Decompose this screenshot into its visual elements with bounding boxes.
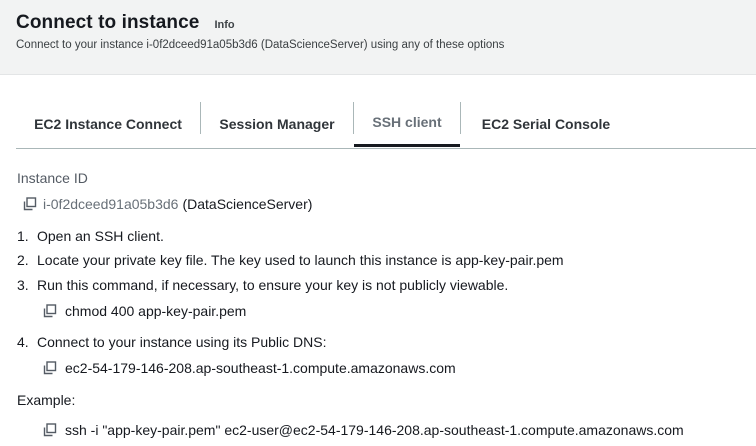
tab-ec2-serial-console[interactable]: EC2 Serial Console: [461, 100, 631, 147]
chmod-command: chmod 400 app-key-pair.pem: [65, 303, 247, 319]
copy-icon[interactable]: [43, 304, 57, 318]
example-command-row: ssh -i "app-key-pair.pem" ec2-user@ec2-5…: [43, 422, 684, 438]
instance-id-label: Instance ID: [17, 170, 88, 186]
public-dns-value: ec2-54-179-146-208.ap-southeast-1.comput…: [65, 360, 456, 376]
step-text: Run this command, if necessary, to ensur…: [37, 277, 509, 293]
instance-name: (DataScienceServer): [182, 196, 313, 212]
step-text: Open an SSH client.: [37, 228, 164, 244]
chmod-command-row: chmod 400 app-key-pair.pem: [43, 303, 246, 319]
page-title: Connect to instance: [16, 12, 200, 33]
copy-icon[interactable]: [23, 197, 37, 211]
copy-icon[interactable]: [43, 361, 57, 375]
tab-ec2-instance-connect[interactable]: EC2 Instance Connect: [16, 100, 200, 147]
step-number: 2.: [17, 252, 29, 268]
step-4: 4. Connect to your instance using its Pu…: [17, 334, 326, 350]
copy-icon[interactable]: [43, 423, 57, 437]
step-1: 1. Open an SSH client.: [17, 228, 164, 244]
step-text: Connect to your instance using its Publi…: [37, 334, 327, 350]
step-number: 1.: [17, 228, 29, 244]
page-header: Connect to instance Info Connect to your…: [0, 0, 756, 75]
info-link[interactable]: Info: [214, 19, 234, 31]
tab-ssh-client[interactable]: SSH client: [354, 100, 460, 147]
page-subtitle: Connect to your instance i-0f2dceed91a05…: [16, 39, 505, 51]
tab-session-manager[interactable]: Session Manager: [201, 100, 353, 147]
title-row: Connect to instance Info: [16, 12, 235, 34]
public-dns-row: ec2-54-179-146-208.ap-southeast-1.comput…: [43, 360, 456, 376]
step-number: 3.: [17, 277, 29, 293]
step-3: 3. Run this command, if necessary, to en…: [17, 277, 508, 293]
step-number: 4.: [17, 334, 29, 350]
instance-id-value[interactable]: i-0f2dceed91a05b3d6: [43, 196, 178, 212]
instance-id-row: i-0f2dceed91a05b3d6 (DataScienceServer): [23, 196, 312, 212]
example-ssh-command: ssh -i "app-key-pair.pem" ec2-user@ec2-5…: [65, 422, 684, 438]
connection-tabs: EC2 Instance Connect Session Manager SSH…: [16, 100, 756, 149]
example-label: Example:: [17, 392, 76, 408]
step-text: Locate your private key file. The key us…: [37, 252, 564, 268]
step-2: 2. Locate your private key file. The key…: [17, 252, 564, 268]
